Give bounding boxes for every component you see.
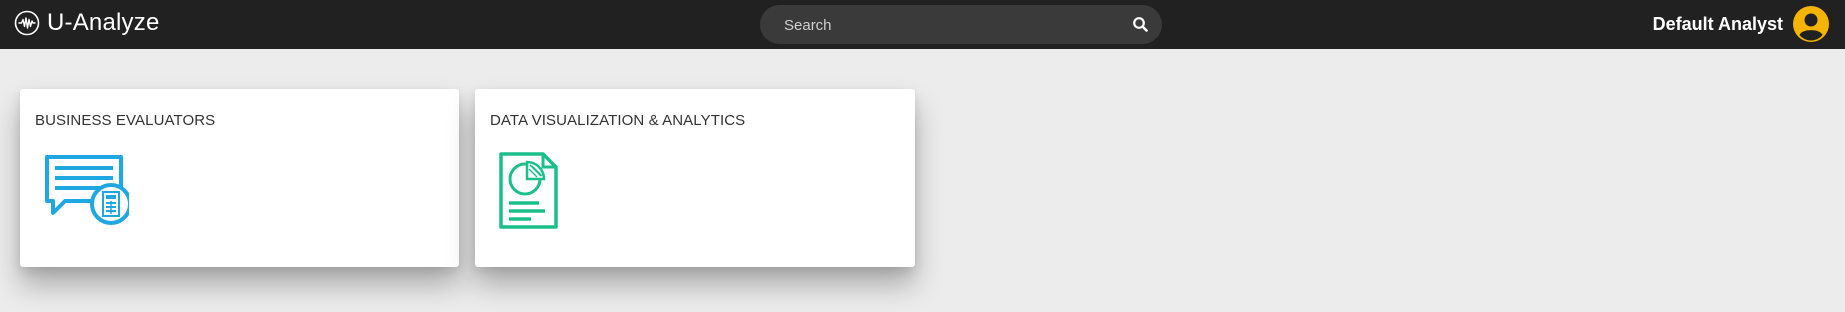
user-avatar-icon[interactable] (1792, 5, 1830, 43)
chat-calculator-icon (45, 155, 129, 225)
search-icon[interactable] (1132, 16, 1149, 33)
user-name: Default Analyst (1652, 13, 1783, 34)
card-title: BUSINESS EVALUATORS (35, 112, 216, 129)
brand[interactable]: U-Analyze (14, 9, 160, 37)
waveform-circle-icon (14, 10, 40, 36)
app-name: U-Analyze (47, 9, 160, 36)
search-input[interactable] (782, 5, 1116, 46)
search-bar (760, 5, 1162, 46)
card-business-evaluators[interactable]: BUSINESS EVALUATORS (20, 89, 459, 267)
top-navigation-bar: U-Analyze Default Analyst (0, 0, 1845, 49)
user-menu[interactable]: Default Analyst (1653, 5, 1830, 43)
pie-chart-document-icon (499, 152, 558, 229)
card-data-visualization-analytics[interactable]: DATA VISUALIZATION & ANALYTICS (475, 89, 915, 267)
card-title: DATA VISUALIZATION & ANALYTICS (490, 112, 746, 129)
